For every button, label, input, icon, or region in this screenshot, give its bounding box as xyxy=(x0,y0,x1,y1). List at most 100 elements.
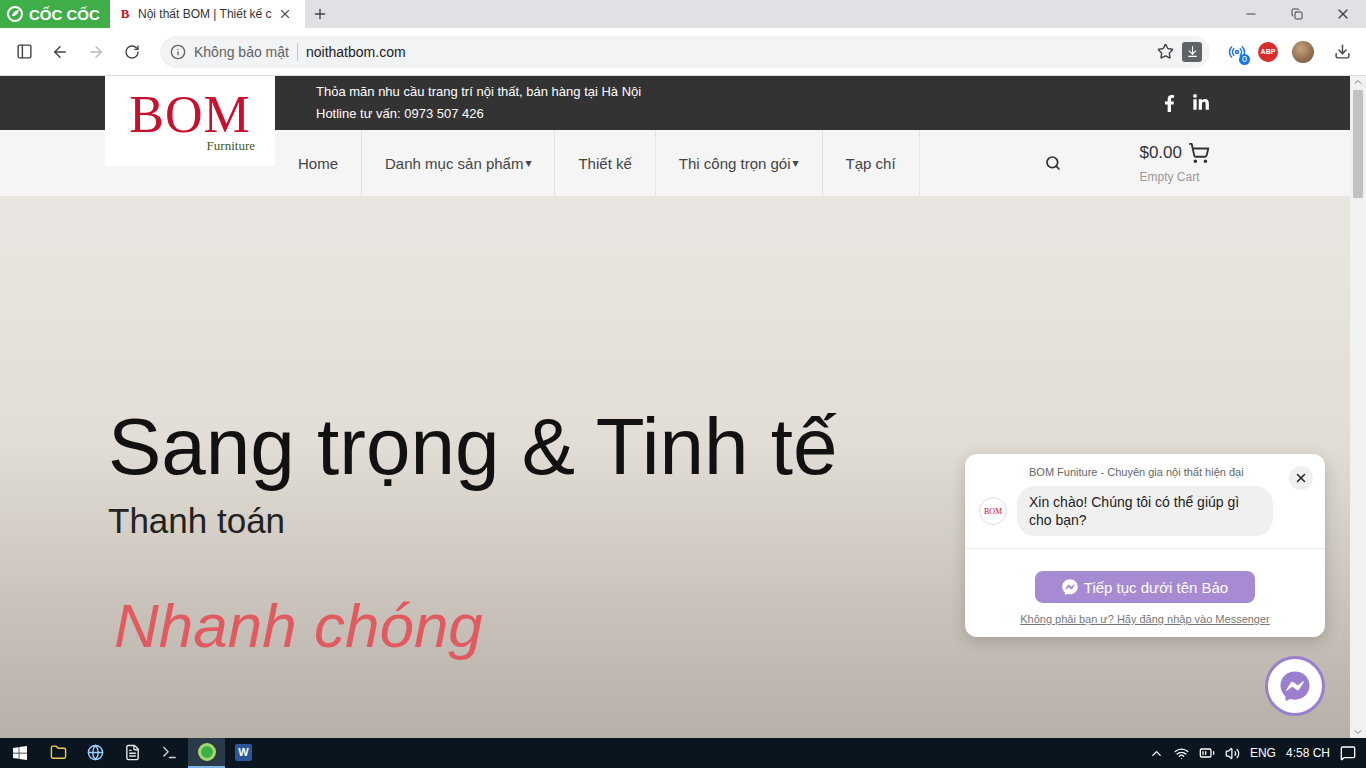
paint-icon xyxy=(87,744,104,761)
taskbar-app[interactable] xyxy=(77,738,114,768)
address-bar[interactable]: Không bảo mật noithatbom.com xyxy=(160,36,1210,68)
taskbar-app[interactable] xyxy=(188,738,225,768)
extension-badge: 0 xyxy=(1239,54,1250,65)
close-icon xyxy=(1294,471,1308,485)
nav-item[interactable]: Home xyxy=(275,130,362,196)
viewport: BOMFurnitureThỏa mãn nhu cầu trang trí n… xyxy=(0,76,1366,738)
taskbar: W ENG 4:58 CH xyxy=(0,738,1366,768)
system-tray: ENG 4:58 CH xyxy=(1149,738,1366,768)
minimize-button[interactable] xyxy=(1228,0,1274,28)
sidebar-button[interactable] xyxy=(10,38,38,66)
favicon-icon: B xyxy=(118,7,132,21)
new-tab-button[interactable] xyxy=(305,0,335,28)
explorer-icon xyxy=(50,744,67,761)
messenger-icon xyxy=(1062,579,1078,595)
language[interactable]: ENG xyxy=(1250,746,1276,760)
wifi-icon[interactable] xyxy=(1174,746,1189,761)
battery-icon[interactable] xyxy=(1199,745,1215,761)
start-button[interactable] xyxy=(0,738,40,768)
url-text[interactable]: noithatbom.com xyxy=(306,44,1149,60)
profile-avatar[interactable] xyxy=(1292,41,1314,63)
web-page: BOMFurnitureThỏa mãn nhu cầu trang trí n… xyxy=(0,76,1350,738)
taskbar-app[interactable] xyxy=(40,738,77,768)
browser-brand[interactable]: CỐC CỐC xyxy=(0,0,110,28)
nav-item[interactable]: Thi công trọn gói▾ xyxy=(656,130,823,196)
back-button[interactable] xyxy=(46,38,74,66)
notepad-icon xyxy=(124,744,141,761)
taskbar-app[interactable] xyxy=(114,738,151,768)
logo-mark: BOM xyxy=(129,92,250,138)
dropdown-caret: ▾ xyxy=(793,156,799,170)
cart[interactable]: $0.00Empty Cart xyxy=(1139,130,1210,196)
taskbar-app[interactable]: W xyxy=(225,738,262,768)
cart-total: $0.00 xyxy=(1139,143,1182,163)
downloads-button[interactable] xyxy=(1328,38,1356,66)
site-logo[interactable]: BOMFurniture xyxy=(105,76,275,166)
screen: CỐC CỐC B Nội thất BOM | Thiết kế c Không b… xyxy=(0,0,1366,768)
scroll-up-icon[interactable] xyxy=(1352,76,1364,88)
scroll-thumb[interactable] xyxy=(1353,90,1363,198)
logo-sub: Furniture xyxy=(207,138,255,154)
chat-message-row: BOM Xin chào! Chúng tôi có thể giúp gì ch… xyxy=(977,486,1285,548)
tab-title: Nội thất BOM | Thiết kế c xyxy=(138,7,272,21)
chat-popup: BOM Funiture - Chuyên gia nội thất hiện … xyxy=(965,454,1325,637)
bookmark-icon[interactable] xyxy=(1157,43,1174,60)
close-window-button[interactable] xyxy=(1320,0,1366,28)
tagline: Thỏa mãn nhu cầu trang trí nội thất, bán… xyxy=(316,81,1161,103)
volume-icon[interactable] xyxy=(1225,746,1240,761)
notifications-icon[interactable] xyxy=(1340,745,1356,761)
tab-strip: CỐC CỐC B Nội thất BOM | Thiết kế c xyxy=(0,0,1366,28)
extension-button[interactable]: 0 xyxy=(1224,39,1250,65)
close-tab-icon[interactable] xyxy=(278,7,292,21)
address-row: Không bảo mật noithatbom.com 0 ABP xyxy=(0,28,1366,76)
messenger-icon xyxy=(1280,671,1310,701)
chat-header: BOM Funiture - Chuyên gia nội thất hiện … xyxy=(965,454,1325,548)
browser-tab[interactable]: B Nội thất BOM | Thiết kế c xyxy=(110,0,305,28)
back-icon xyxy=(51,43,69,61)
restore-icon xyxy=(1291,8,1303,20)
minimize-icon xyxy=(1244,7,1258,21)
nav-item[interactable]: Danh mục sản phẩm▾ xyxy=(362,130,555,196)
chat-footer: Tiếp tục dưới tên Bảo Không phải bạn ư? H… xyxy=(965,548,1325,637)
reload-button[interactable] xyxy=(118,38,146,66)
word-icon: W xyxy=(235,744,252,761)
reload-icon xyxy=(124,44,140,60)
nav-item[interactable]: Thiết kế xyxy=(555,130,655,196)
social-links xyxy=(1161,94,1210,112)
chat-close-button[interactable] xyxy=(1289,466,1313,490)
cart-icon xyxy=(1188,142,1210,164)
nav-item[interactable]: Tạp chí xyxy=(823,130,920,196)
continue-button[interactable]: Tiếp tục dưới tên Bảo xyxy=(1035,571,1255,603)
forward-button xyxy=(82,38,110,66)
top-bar-text: Thỏa mãn nhu cầu trang trí nội thất, bán… xyxy=(316,81,1161,125)
scrollbar[interactable] xyxy=(1350,76,1366,738)
chat-bubble: Xin chào! Chúng tôi có thể giúp gì cho b… xyxy=(1017,486,1273,536)
clock[interactable]: 4:58 CH xyxy=(1286,746,1330,760)
adblock-button[interactable]: ABP xyxy=(1258,42,1278,62)
messenger-launcher[interactable] xyxy=(1265,656,1325,716)
security-label: Không bảo mật xyxy=(194,44,289,60)
login-link[interactable]: Không phải bạn ư? Hãy đăng nhập vào Mess… xyxy=(1020,613,1270,625)
save-page-button[interactable] xyxy=(1182,42,1202,62)
address-divider xyxy=(297,43,298,61)
facebook-icon[interactable] xyxy=(1161,95,1178,112)
terminal-icon xyxy=(161,744,178,761)
chat-avatar: BOM xyxy=(979,497,1007,525)
search-button[interactable] xyxy=(1039,149,1067,177)
hero-banner: Sang trọng & Tinh tếThanh toánNhanh chón… xyxy=(0,196,1350,738)
windows-icon xyxy=(12,745,28,761)
coccoc-logo-icon xyxy=(6,5,24,23)
tray-expand-icon[interactable] xyxy=(1149,746,1164,761)
search-icon xyxy=(1045,155,1061,171)
taskbar-app[interactable] xyxy=(151,738,188,768)
plus-icon xyxy=(312,6,328,22)
hotline: Hotline tư vấn: 0973 507 426 xyxy=(316,103,1161,125)
close-icon xyxy=(1335,6,1351,22)
download-icon xyxy=(1334,43,1351,60)
forward-icon xyxy=(87,43,105,61)
download-arrow-icon xyxy=(1186,45,1199,58)
restore-button[interactable] xyxy=(1274,0,1320,28)
sidebar-icon xyxy=(16,43,33,60)
scroll-down-icon[interactable] xyxy=(1352,726,1364,738)
linkedin-icon[interactable] xyxy=(1192,94,1210,112)
